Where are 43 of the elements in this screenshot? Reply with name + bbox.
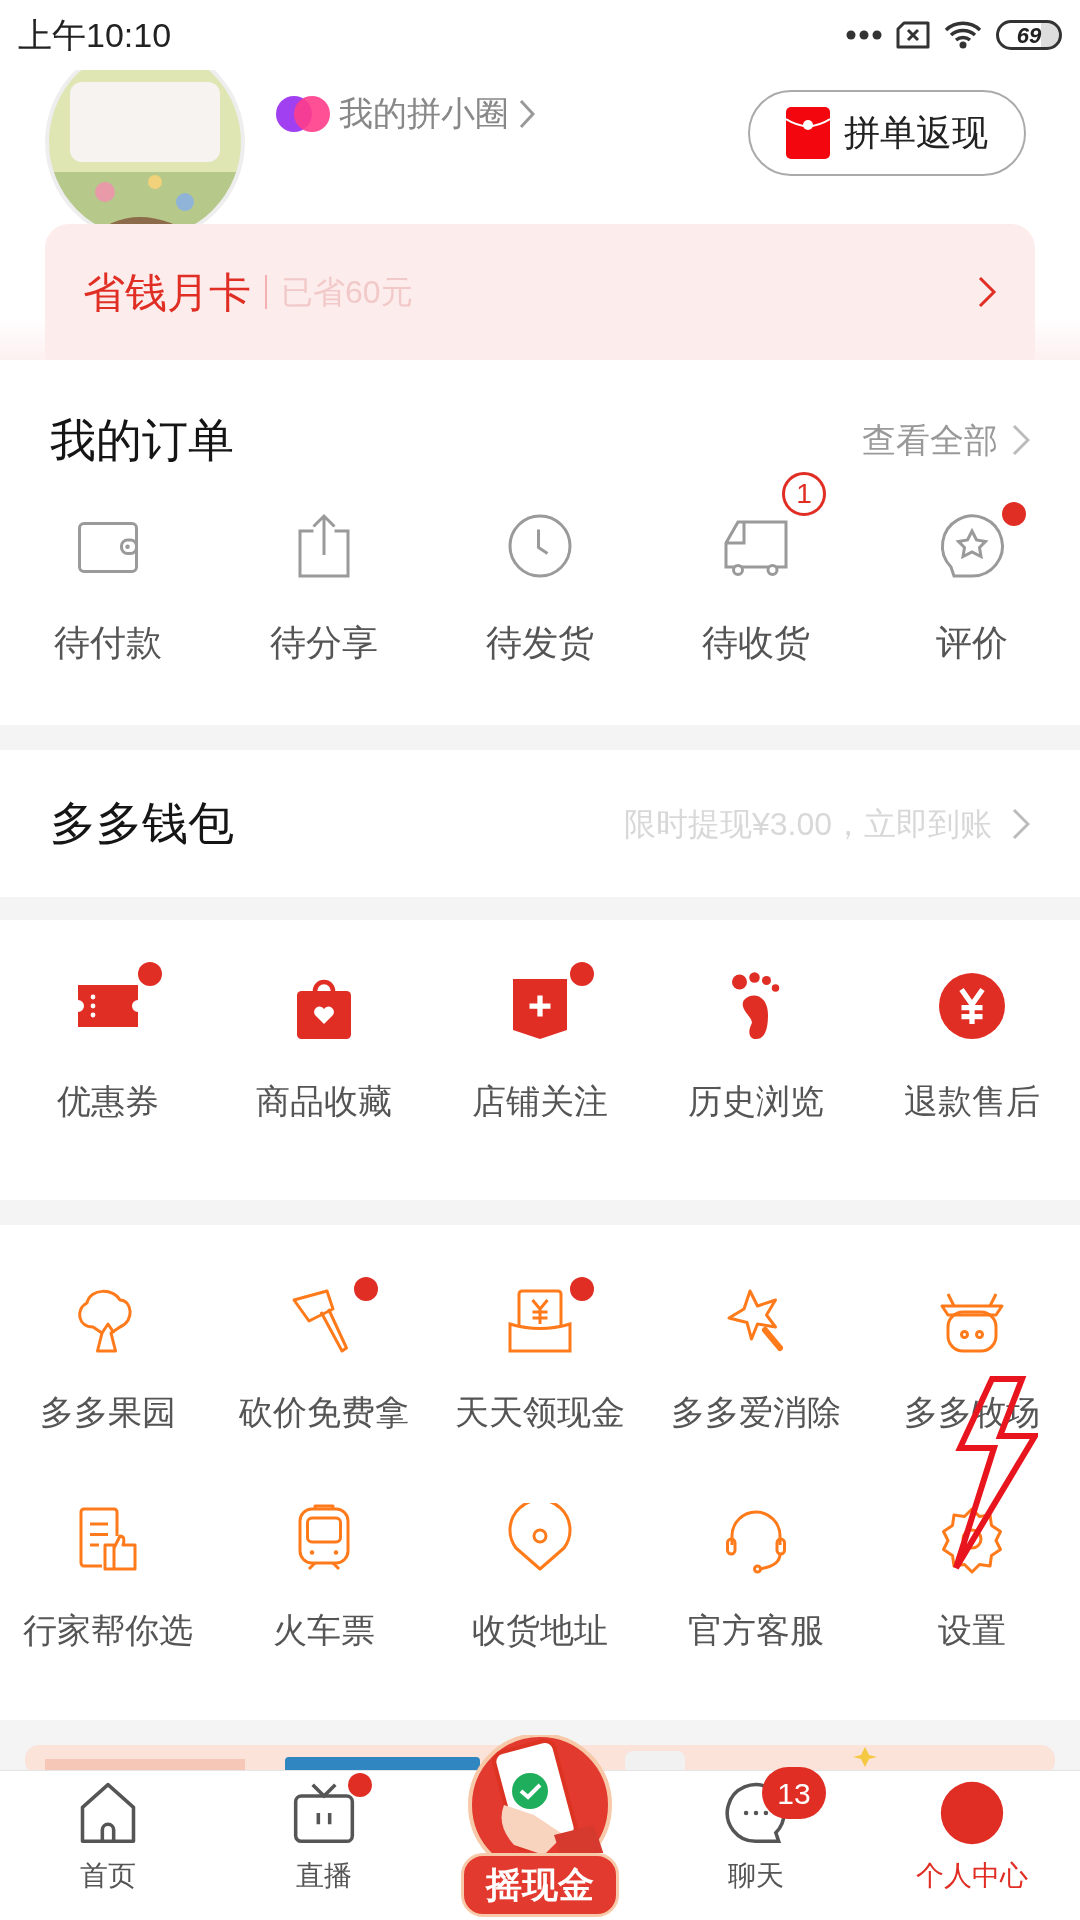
nav-tab[interactable]: 首页	[0, 1771, 216, 1920]
chevron-right-icon	[1012, 424, 1030, 456]
shortcut-button[interactable]: 优惠券	[0, 960, 216, 1160]
shortcut-button[interactable]: 火车票	[216, 1483, 432, 1701]
chevron-right-icon	[977, 275, 997, 309]
status-time: 上午10:10	[18, 14, 172, 56]
circle-link[interactable]: 我的拼小圈	[339, 88, 535, 139]
shortcut-button[interactable]: 店铺关注	[432, 960, 648, 1160]
chevron-right-icon	[519, 98, 535, 129]
profile-circle-icon	[938, 1779, 1006, 1847]
savings-card-title: 省钱月卡	[83, 267, 251, 318]
yen-icon	[936, 970, 1008, 1042]
shortcut-button[interactable]: 1 待收货	[648, 470, 864, 700]
shortcut-button[interactable]: 历史浏览	[648, 960, 864, 1160]
shortcut-button[interactable]: 多多爱消除	[648, 1265, 864, 1483]
shortcut-button[interactable]: 天天领现金	[432, 1265, 648, 1483]
cashback-button[interactable]: 拼单返现	[748, 90, 1026, 176]
shortcut-button[interactable]: 官方客服	[648, 1483, 864, 1701]
battery-indicator: 69	[996, 20, 1062, 50]
section-title: 我的订单	[50, 412, 234, 468]
envelope-icon	[786, 107, 830, 159]
more-dots-icon	[846, 29, 882, 41]
shortcut-button[interactable]: 收货地址	[432, 1483, 648, 1701]
shortcut-button[interactable]: 待发货	[432, 470, 648, 700]
shortcut-button[interactable]: 评价	[864, 470, 1080, 700]
shortcut-button[interactable]: 退款售后	[864, 960, 1080, 1160]
section-title: 多多钱包	[50, 796, 234, 851]
nav-tab[interactable]: 直播	[216, 1771, 432, 1920]
count-badge: 13	[762, 1767, 826, 1819]
shortcut-button[interactable]: 商品收藏	[216, 960, 432, 1160]
circles-logo-icon	[275, 94, 331, 133]
nav-tab[interactable]: 个人中心	[864, 1771, 1080, 1920]
count-badge: 1	[782, 472, 826, 516]
shortcut-button[interactable]: 设置	[864, 1483, 1080, 1701]
shortcut-button[interactable]: 待分享	[216, 470, 432, 700]
shortcut-button[interactable]: 待付款	[0, 470, 216, 700]
shortcut-button[interactable]: 砍价免费拿	[216, 1265, 432, 1483]
shake-cash-tab[interactable]: 摇现金	[461, 1735, 619, 1917]
shortcut-button[interactable]: 多多果园	[0, 1265, 216, 1483]
no-sim-icon	[896, 21, 930, 49]
chevron-right-icon	[1012, 807, 1030, 840]
shortcut-button[interactable]: 行家帮你选	[0, 1483, 216, 1701]
wifi-icon	[944, 20, 982, 50]
